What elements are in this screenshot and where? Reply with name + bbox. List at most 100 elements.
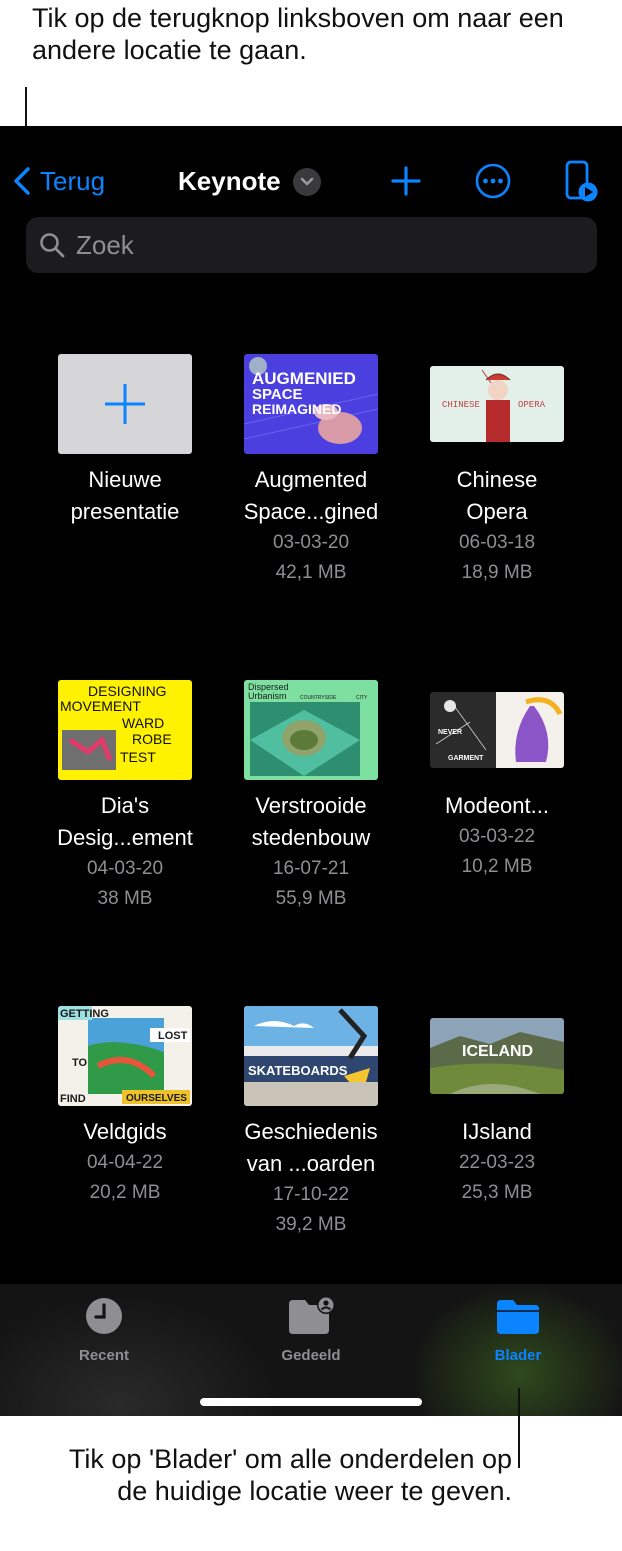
document-thumbnail: AUGMENIED SPACE REIMAGINED	[244, 354, 378, 454]
item-label-line1: Nieuwe	[88, 467, 162, 492]
item-label-line1: Verstrooide	[255, 793, 367, 818]
item-label-line2: van ...oarden	[246, 1151, 376, 1176]
document-item[interactable]: SKATEBOARDS Geschiedenis van ...oarden 17…	[218, 1006, 404, 1240]
item-size: 42,1 MB	[275, 562, 347, 583]
more-button[interactable]	[471, 159, 515, 203]
thumb-title-3: WARD	[122, 715, 164, 731]
thumb-title-2: MOVEMENT	[60, 698, 141, 714]
item-date: 06-03-18	[458, 532, 536, 553]
item-label-line1: Geschiedenis	[244, 1119, 378, 1144]
document-thumbnail: NEVER GARMENT	[430, 692, 564, 768]
item-size: 18,9 MB	[461, 562, 533, 583]
tab-browse-label: Blader	[494, 1347, 542, 1364]
document-thumbnail: DESIGNING MOVEMENT WARD ROBE TEST	[58, 680, 192, 780]
tab-recent[interactable]: Recent	[34, 1296, 174, 1364]
item-date: 03-03-22	[458, 826, 536, 847]
page-title: Keynote	[178, 166, 281, 196]
search-field[interactable]: Zoek	[26, 217, 597, 273]
thumb-title-4: CITY	[356, 695, 368, 701]
tab-shared[interactable]: Gedeeld	[241, 1296, 381, 1364]
item-date: 16-07-21	[272, 858, 350, 879]
document-thumbnail: GETTING LOST TO FIND OURSELVES	[58, 1006, 192, 1106]
document-item[interactable]: AUGMENIED SPACE REIMAGINED Augmented Spac…	[218, 354, 404, 588]
new-presentation-button[interactable]: Nieuwe presentatie	[32, 354, 218, 528]
clock-icon	[86, 1298, 122, 1334]
play-device-icon	[565, 160, 598, 202]
document-thumbnail: ICELAND	[430, 1018, 564, 1094]
document-item[interactable]: GETTING LOST TO FIND OURSELVES Veldgids …	[32, 1006, 218, 1208]
document-item[interactable]: CHINESE OPERA Chinese Opera 06-03-18 18,9…	[404, 354, 590, 588]
play-on-device-button[interactable]	[558, 159, 602, 203]
item-date: 04-03-20	[86, 858, 164, 879]
more-icon	[475, 163, 511, 199]
location-menu[interactable]: Keynote	[178, 166, 321, 197]
thumb-title-2: GARMENT	[448, 755, 484, 762]
add-button[interactable]	[384, 159, 428, 203]
thumb-title-2: LOST	[158, 1030, 188, 1042]
document-item[interactable]: ICELAND IJsland 22-03-23 25,3 MB	[404, 1006, 590, 1208]
item-label-line2: Opera	[466, 499, 528, 524]
chevron-down-icon	[292, 167, 321, 196]
document-item[interactable]: Dispersed Urbanism COUNTRYSIDE CITY Vers…	[218, 680, 404, 914]
callout-browse-tab: Tik op 'Blader' om alle onderdelen op de…	[68, 1444, 512, 1506]
thumb-title-1: ICELAND	[462, 1043, 533, 1060]
document-thumbnail: Dispersed Urbanism COUNTRYSIDE CITY	[244, 680, 378, 780]
item-label-line1: Augmented	[254, 467, 368, 492]
thumb-title-2: Urbanism	[248, 691, 287, 701]
thumb-title-4: FIND	[60, 1093, 86, 1105]
thumb-title-4: ROBE	[132, 731, 172, 747]
item-label-line2: presentatie	[70, 499, 180, 524]
thumb-title-1: CHINESE	[442, 400, 480, 410]
tab-shared-label: Gedeeld	[281, 1347, 341, 1364]
item-date: 17-10-22	[272, 1184, 350, 1205]
thumb-title-3: REIMAGINED	[252, 401, 341, 417]
search-icon	[40, 233, 65, 258]
item-size: 20,2 MB	[89, 1182, 161, 1203]
thumb-title-1: DESIGNING	[88, 683, 167, 699]
thumb-title-1: GETTING	[60, 1008, 109, 1020]
new-presentation-thumbnail	[58, 354, 192, 454]
item-label-line1: IJsland	[462, 1119, 532, 1144]
item-date: 04-04-22	[86, 1152, 164, 1173]
item-size: 25,3 MB	[461, 1182, 533, 1203]
item-label-line1: Dia's	[100, 793, 150, 818]
thumb-title-1: SKATEBOARDS	[248, 1063, 348, 1078]
thumb-title-3: COUNTRYSIDE	[300, 695, 337, 701]
tab-recent-label: Recent	[78, 1347, 130, 1364]
search-placeholder: Zoek	[76, 229, 134, 260]
thumb-title-5: TEST	[120, 749, 156, 765]
item-label-line2: Space...gined	[243, 499, 379, 524]
thumb-title-5: OURSELVES	[126, 1093, 187, 1104]
callout-back-button: Tik op de terugknop linksboven om naar e…	[32, 3, 564, 65]
item-date: 03-03-20	[272, 532, 350, 553]
tab-bar: Recent Gedeeld Blader	[0, 1284, 622, 1416]
item-label-line1: Veldgids	[83, 1119, 167, 1144]
plus-icon	[105, 384, 145, 424]
folder-icon	[497, 1300, 539, 1334]
document-thumbnail: CHINESE OPERA	[430, 366, 564, 442]
document-item[interactable]: DESIGNING MOVEMENT WARD ROBE TEST Dia's D…	[32, 680, 218, 914]
home-indicator	[200, 1398, 422, 1406]
plus-icon	[391, 166, 421, 196]
item-size: 38 MB	[97, 888, 153, 909]
tab-browse[interactable]: Blader	[448, 1296, 588, 1364]
shared-folder-icon	[289, 1296, 335, 1334]
keynote-browser-screen: Terug Keynote Zoek Nieuwe presentatie AU…	[0, 126, 622, 1416]
item-size: 39,2 MB	[275, 1214, 347, 1235]
document-thumbnail: SKATEBOARDS	[244, 1006, 378, 1106]
item-label-line2: stedenbouw	[251, 825, 371, 850]
item-size: 55,9 MB	[275, 888, 347, 909]
back-button[interactable]: Terug	[12, 164, 105, 198]
item-label-line1: Modeont...	[445, 793, 549, 818]
item-size: 10,2 MB	[461, 856, 533, 877]
back-label: Terug	[40, 165, 106, 196]
thumb-title-2: OPERA	[518, 400, 546, 410]
chevron-left-icon	[14, 167, 30, 195]
item-label-line2: Desig...ement	[57, 825, 193, 850]
document-item[interactable]: NEVER GARMENT Modeont... 03-03-22 10,2 M…	[404, 680, 590, 882]
thumb-title-3: TO	[72, 1057, 88, 1069]
item-label-line1: Chinese	[456, 467, 538, 492]
item-date: 22-03-23	[458, 1152, 536, 1173]
callout-leader-line	[518, 1388, 520, 1468]
thumb-title-1: NEVER	[438, 729, 462, 736]
